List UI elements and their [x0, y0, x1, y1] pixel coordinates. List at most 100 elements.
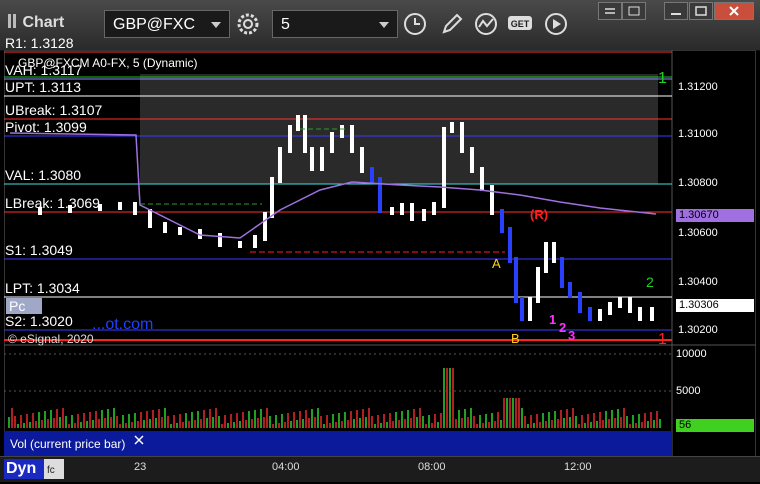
candle-bar — [608, 302, 612, 315]
candle-bar — [560, 257, 564, 288]
fc-button[interactable]: fc — [44, 459, 64, 479]
volume-bar — [308, 418, 310, 428]
volume-bar — [449, 368, 451, 428]
volume-bar — [230, 414, 232, 428]
volume-bar — [227, 423, 229, 428]
volume-bar — [641, 422, 643, 428]
volume-bar — [512, 398, 514, 428]
volume-bar — [548, 412, 550, 428]
volume-bar — [473, 416, 475, 428]
volume-bar — [656, 411, 658, 428]
marker-seq-3: 3 — [568, 328, 576, 343]
candle-bar — [350, 125, 354, 153]
volume-bar — [428, 415, 430, 428]
volume-bar — [491, 413, 493, 428]
volume-bar — [74, 423, 76, 428]
volume-bar — [209, 409, 211, 428]
candle-bar — [163, 222, 167, 233]
volume-bar — [533, 423, 535, 428]
volume-bar — [617, 409, 619, 428]
level-label: R1: 1.3128 — [5, 35, 74, 51]
volume-bar — [344, 412, 346, 428]
candle-bar — [422, 209, 426, 221]
volume-bar — [464, 409, 466, 428]
candle-bar — [470, 147, 474, 173]
volume-bar — [497, 412, 499, 428]
candle-bar — [296, 115, 300, 131]
volume-bar — [98, 419, 100, 428]
price-axis-label: 1.30600 — [678, 227, 718, 239]
volume-bar — [161, 417, 163, 428]
volume-bar — [458, 410, 460, 428]
volume-bar — [314, 417, 316, 428]
volume-bar — [140, 412, 142, 428]
level-label: S2: 1.3020 — [5, 313, 73, 329]
candle-bar — [442, 127, 446, 208]
volume-axis-label: 5000 — [676, 385, 701, 397]
volume-bar — [8, 417, 10, 428]
level-label: S1: 1.3049 — [5, 242, 73, 258]
time-label: 08:00 — [418, 461, 446, 473]
volume-bar — [632, 415, 634, 428]
level-label: LPT: 1.3034 — [5, 280, 80, 296]
marker-two: 2 — [646, 274, 654, 290]
price-chart[interactable] — [0, 0, 760, 481]
volume-bar — [647, 421, 649, 428]
volume-bar — [68, 424, 70, 428]
volume-bar — [584, 423, 586, 428]
volume-bar — [134, 413, 136, 428]
volume-bar — [194, 420, 196, 428]
price-axis-label: 1.31000 — [678, 128, 718, 140]
volume-bar — [101, 410, 103, 428]
volume-bar — [431, 423, 433, 428]
volume-bar — [272, 424, 274, 428]
candle-bar — [508, 227, 512, 263]
volume-bar — [626, 416, 628, 428]
volume-bar — [599, 412, 601, 428]
volume-bar — [629, 424, 631, 428]
candle-bar — [238, 241, 242, 248]
volume-bar — [515, 398, 517, 428]
time-axis-bar — [0, 456, 760, 482]
candle-bar — [618, 297, 622, 308]
volume-bar — [224, 415, 226, 428]
price-axis-label: 1.30800 — [678, 177, 718, 189]
volume-bar — [356, 410, 358, 428]
volume-bar — [467, 417, 469, 428]
volume-bar — [398, 420, 400, 428]
candle-bar — [552, 242, 556, 263]
pc-badge[interactable]: Pc — [6, 298, 42, 314]
volume-bar — [644, 413, 646, 428]
volume-bar — [437, 422, 439, 428]
candle-bar — [360, 147, 364, 173]
candle-bar — [288, 125, 292, 153]
close-volume-button[interactable] — [133, 433, 145, 445]
candle-bar — [340, 125, 344, 138]
candle-bar — [278, 147, 282, 183]
volume-bar — [155, 418, 157, 428]
volume-bar — [137, 421, 139, 428]
price-tag: 1.30306 — [676, 299, 754, 312]
volume-bar — [659, 419, 661, 428]
fc-icon: fc — [47, 465, 55, 476]
candle-bar — [118, 202, 122, 210]
volume-bar — [359, 418, 361, 428]
volume-bar — [569, 417, 571, 428]
volume-bar — [395, 412, 397, 428]
volume-bar — [335, 422, 337, 428]
volume-bar — [443, 368, 445, 428]
volume-bar — [566, 409, 568, 428]
volume-bar — [179, 414, 181, 428]
volume-bar — [650, 412, 652, 428]
volume-bar — [638, 414, 640, 428]
volume-bar — [59, 417, 61, 428]
candle-bar — [303, 115, 307, 153]
volume-bar — [89, 412, 91, 428]
volume-bar — [119, 424, 121, 428]
volume-bar — [152, 410, 154, 428]
volume-bar — [350, 411, 352, 428]
volume-bar — [245, 420, 247, 428]
volume-bar — [470, 408, 472, 428]
volume-bar — [572, 408, 574, 428]
volume-bar — [608, 419, 610, 428]
